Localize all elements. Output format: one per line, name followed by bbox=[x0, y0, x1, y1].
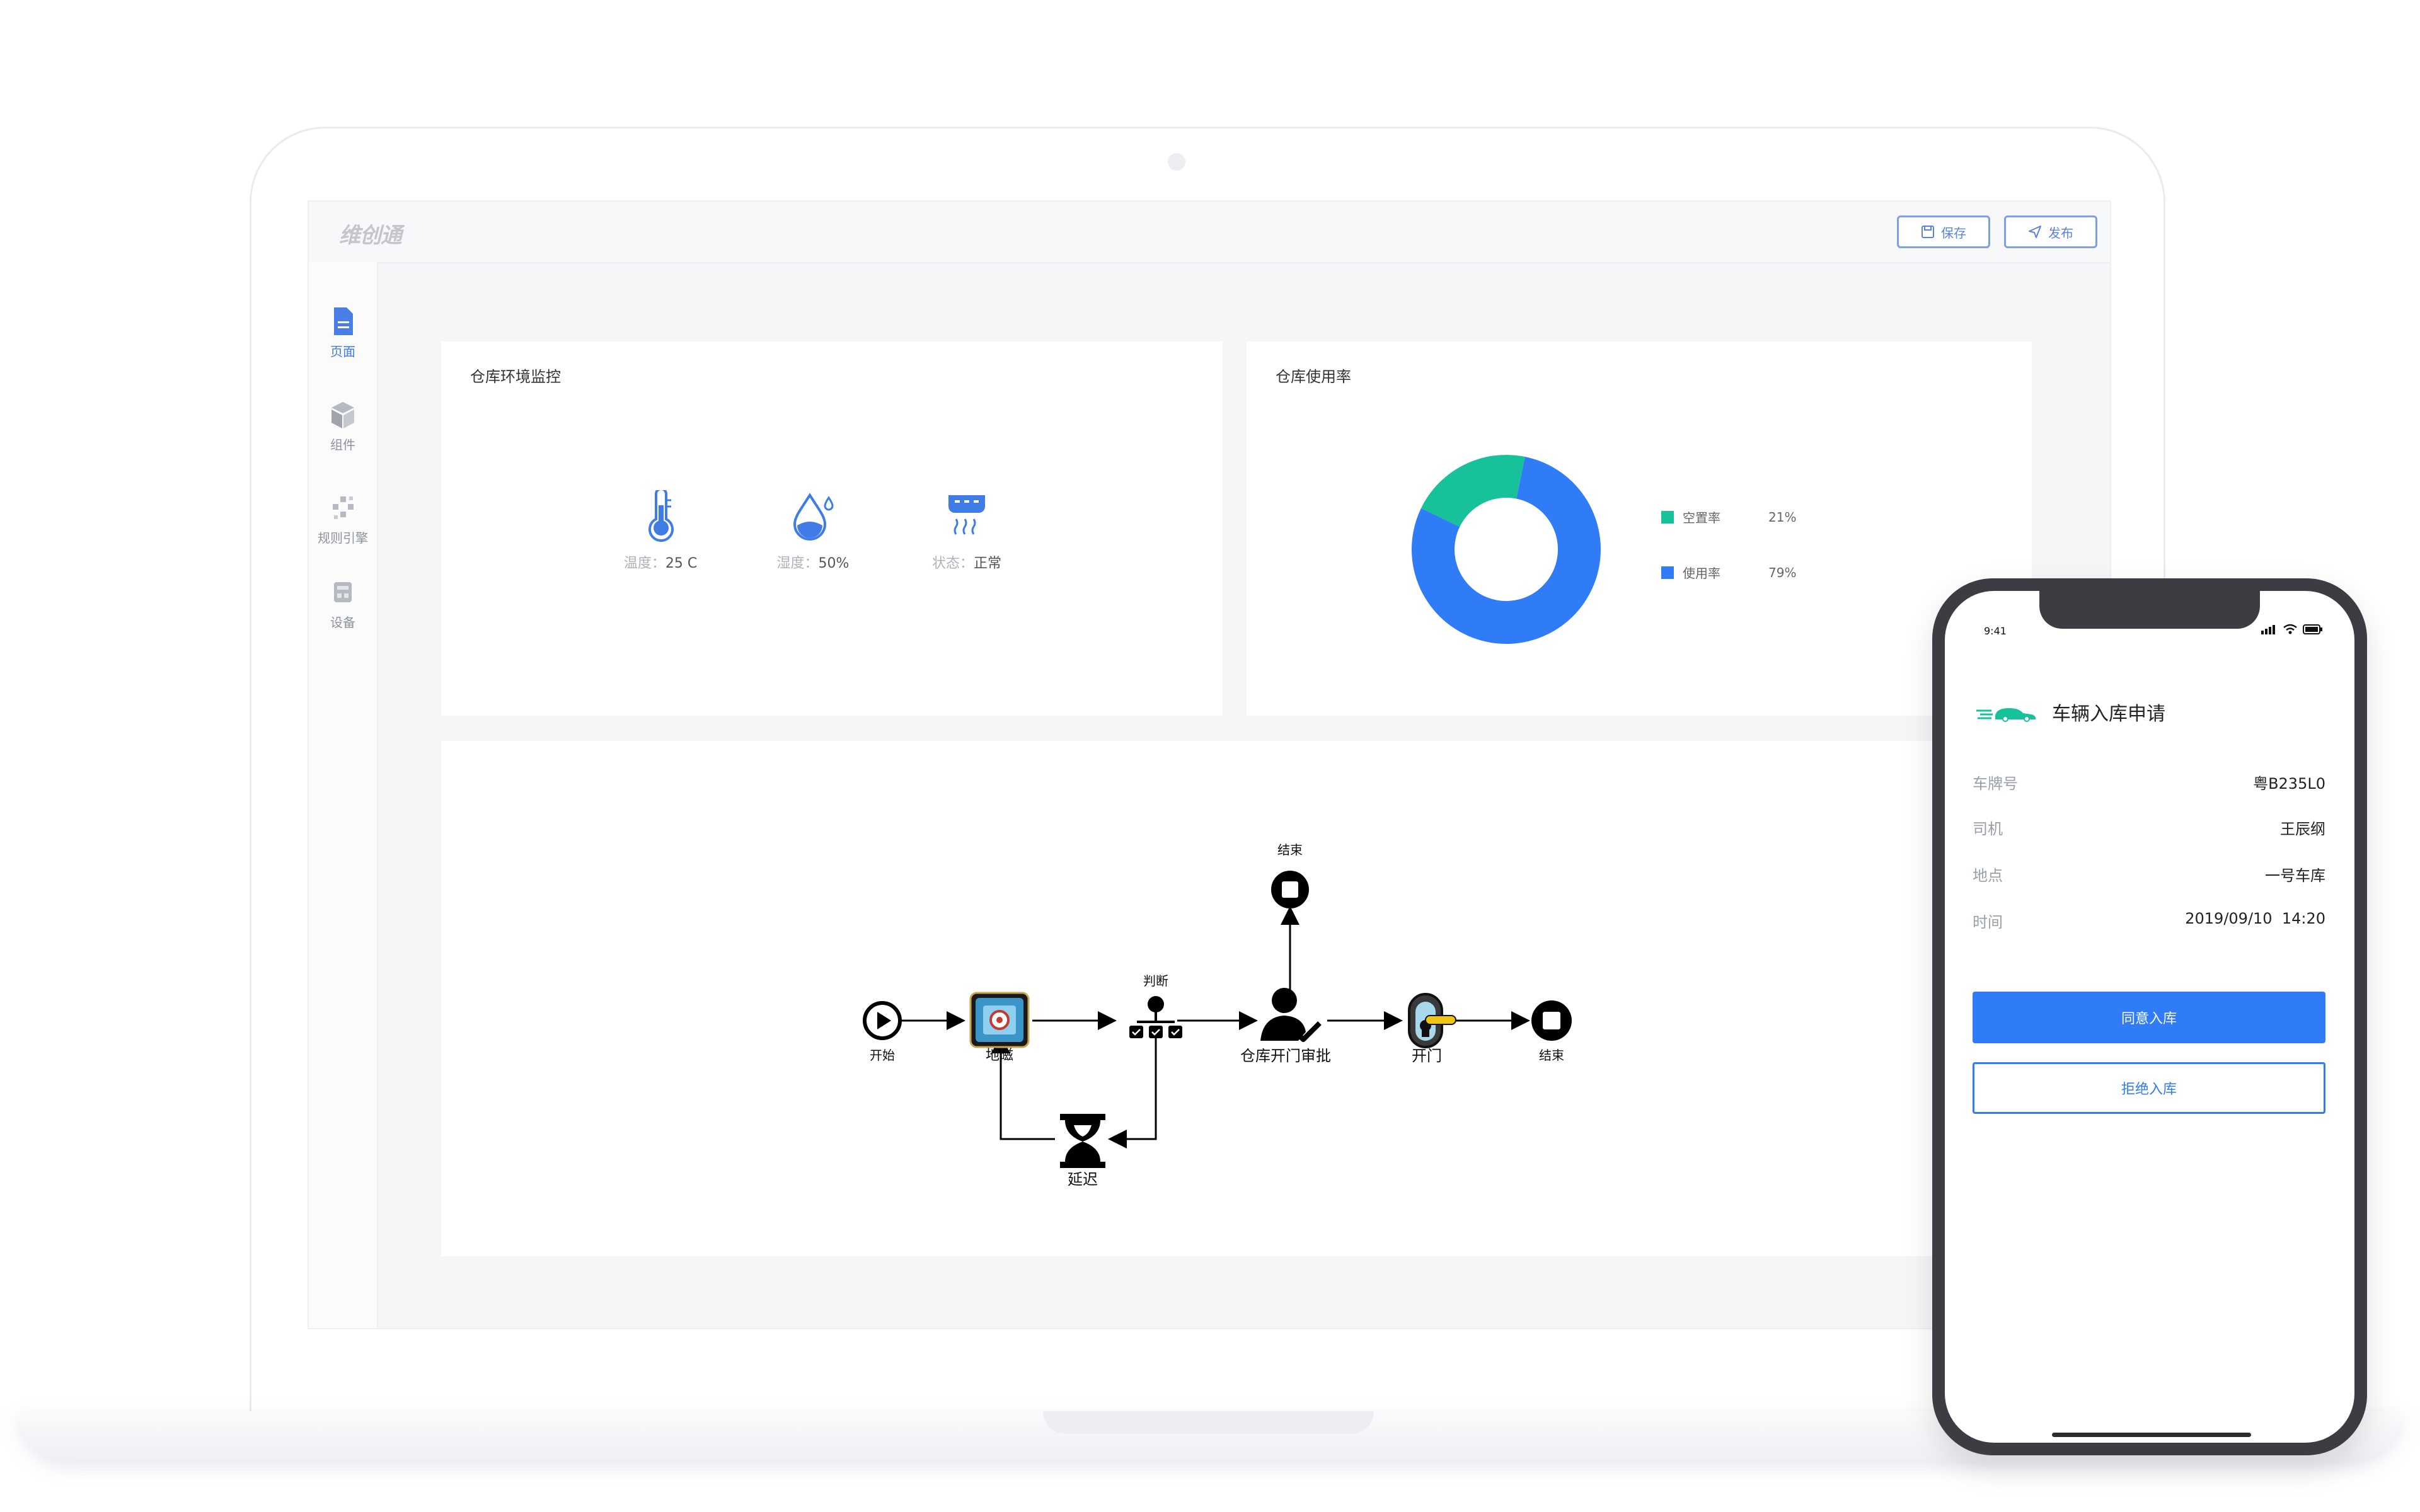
legend-item-used: 使用率 79% bbox=[1661, 563, 1796, 581]
save-icon bbox=[1922, 226, 1934, 238]
phone-notch bbox=[2039, 591, 2260, 629]
flow-label-delay: 延迟 bbox=[1068, 1171, 1098, 1188]
end-event-top-icon[interactable] bbox=[1271, 871, 1309, 908]
publish-button[interactable]: 发布 bbox=[2004, 215, 2097, 248]
flow-label-judge: 判断 bbox=[1143, 973, 1168, 988]
approval-user-icon[interactable] bbox=[1260, 988, 1322, 1042]
geomagnetic-sensor-icon[interactable] bbox=[969, 992, 1030, 1048]
reject-button[interactable]: 拒绝入库 bbox=[1973, 1062, 2325, 1114]
field-row-time: 时间 2019/09/10 14:20 bbox=[1973, 910, 2325, 932]
start-event-icon[interactable] bbox=[863, 1001, 902, 1040]
flow-label-end-right: 结束 bbox=[1539, 1048, 1564, 1063]
water-drop-icon bbox=[793, 493, 834, 541]
humidity-item: 湿度：50% bbox=[750, 490, 876, 572]
camera-dot bbox=[1168, 153, 1185, 171]
temperature-value: 25 C bbox=[665, 556, 698, 571]
card-title: 仓库环境监控 bbox=[470, 368, 561, 386]
app-logo: 维创通 bbox=[339, 223, 402, 248]
phone-header: 车辆入库申请 bbox=[1976, 698, 2165, 726]
end-event-right-icon[interactable] bbox=[1531, 1000, 1572, 1041]
usage-rate-card: 仓库使用率 空置率 21% 使用率 79% bbox=[1247, 341, 2032, 716]
sidebar: 页面 组件 规则引擎 设备 bbox=[309, 262, 378, 1328]
flow-label-start: 开始 bbox=[870, 1048, 895, 1063]
sidebar-item-rule-engine[interactable]: 规则引擎 bbox=[309, 493, 377, 546]
car-icon bbox=[1976, 708, 2036, 722]
field-key: 车牌号 bbox=[1973, 775, 2018, 793]
status-icons bbox=[2261, 624, 2323, 635]
humidity-label: 湿度： bbox=[776, 556, 819, 571]
temperature-item: 温度：25 C bbox=[597, 488, 723, 572]
status-item: 状态：正常 bbox=[904, 490, 1030, 572]
field-value: 粤B235L0 bbox=[2253, 775, 2325, 793]
wifi-icon bbox=[2283, 624, 2297, 634]
status-value: 正常 bbox=[974, 556, 1002, 571]
phone-frame: 9:41 车辆入库申请 车牌号 粤B235L0 司机 王辰纲 地点 一号车库 时… bbox=[1932, 578, 2367, 1455]
laptop-base-notch bbox=[1043, 1411, 1374, 1434]
field-key: 司机 bbox=[1973, 820, 2003, 838]
legend-item-vacant: 空置率 21% bbox=[1661, 508, 1796, 526]
cube-icon bbox=[331, 402, 354, 428]
phone-screen: 9:41 车辆入库申请 车牌号 粤B235L0 司机 王辰纲 地点 一号车库 时… bbox=[1945, 591, 2354, 1443]
hourglass-icon[interactable] bbox=[1060, 1114, 1105, 1168]
legend-label-used: 使用率 bbox=[1683, 566, 1720, 581]
decision-icon[interactable] bbox=[1129, 996, 1182, 1038]
sidebar-item-label: 页面 bbox=[330, 344, 355, 359]
legend-value-vacant: 21% bbox=[1768, 509, 1797, 525]
field-row-driver: 司机 王辰纲 bbox=[1973, 816, 2325, 839]
sidebar-item-device[interactable]: 设备 bbox=[309, 577, 377, 631]
flow-label-end-top: 结束 bbox=[1277, 842, 1303, 857]
workflow-card: 开始 地磁 判断 仓库开门审批 结束 开门 结束 延迟 bbox=[441, 741, 2086, 1256]
sidebar-item-label: 规则引擎 bbox=[318, 530, 368, 546]
page-icon bbox=[334, 307, 353, 335]
sidebar-item-label: 设备 bbox=[330, 615, 355, 630]
workflow-diagram: 开始 地磁 判断 仓库开门审批 结束 开门 结束 延迟 bbox=[863, 842, 1572, 1188]
app-screen: 维创通 保存 发布 页面 组件 规则引擎 设备 仓库环境监控 温度：25 C 湿… bbox=[308, 200, 2111, 1329]
thermometer-icon bbox=[648, 488, 674, 542]
temperature-label: 温度： bbox=[623, 556, 666, 571]
top-bar: 维创通 保存 发布 bbox=[309, 202, 2110, 263]
field-row-plate: 车牌号 粤B235L0 bbox=[1973, 771, 2325, 793]
approve-button[interactable]: 同意入库 bbox=[1973, 992, 2325, 1043]
status-time: 9:41 bbox=[1984, 625, 2007, 637]
sidebar-item-page[interactable]: 页面 bbox=[309, 306, 377, 360]
env-monitor-card: 仓库环境监控 温度：25 C 湿度：50% 状态：正常 bbox=[441, 341, 1223, 716]
home-indicator bbox=[2052, 1433, 2251, 1437]
legend-swatch-vacant bbox=[1661, 510, 1674, 524]
sidebar-item-label: 组件 bbox=[330, 437, 355, 452]
phone-title: 车辆入库申请 bbox=[2052, 703, 2165, 725]
signal-icon bbox=[2261, 625, 2275, 634]
legend-value-used: 79% bbox=[1768, 564, 1797, 580]
rule-engine-icon bbox=[333, 496, 354, 519]
save-label: 保存 bbox=[1941, 225, 1966, 241]
flow-label-open-door: 开门 bbox=[1412, 1047, 1442, 1065]
save-button[interactable]: 保存 bbox=[1897, 215, 1990, 248]
legend-label-vacant: 空置率 bbox=[1683, 510, 1720, 525]
usage-donut-chart bbox=[1412, 455, 1601, 644]
humidity-value: 50% bbox=[818, 556, 850, 571]
field-value: 一号车库 bbox=[2265, 867, 2325, 885]
field-value: 2019/09/10 14:20 bbox=[2185, 910, 2325, 927]
send-icon bbox=[2029, 226, 2041, 238]
sensor-icon bbox=[948, 495, 985, 535]
field-key: 时间 bbox=[1973, 914, 2003, 931]
publish-label: 发布 bbox=[2048, 225, 2073, 241]
field-row-location: 地点 一号车库 bbox=[1973, 863, 2325, 885]
door-lock-icon[interactable] bbox=[1408, 993, 1456, 1048]
battery-icon bbox=[2303, 624, 2322, 634]
flow-label-approval: 仓库开门审批 bbox=[1240, 1047, 1331, 1065]
field-value: 王辰纲 bbox=[2280, 820, 2325, 838]
card-title: 仓库使用率 bbox=[1276, 368, 1351, 386]
legend-swatch-used bbox=[1661, 566, 1674, 579]
device-icon bbox=[334, 582, 352, 602]
status-label: 状态： bbox=[931, 556, 974, 571]
field-key: 地点 bbox=[1973, 867, 2003, 885]
sidebar-item-component[interactable]: 组件 bbox=[309, 399, 377, 453]
flow-label-geomagnetic: 地磁 bbox=[986, 1048, 1013, 1063]
